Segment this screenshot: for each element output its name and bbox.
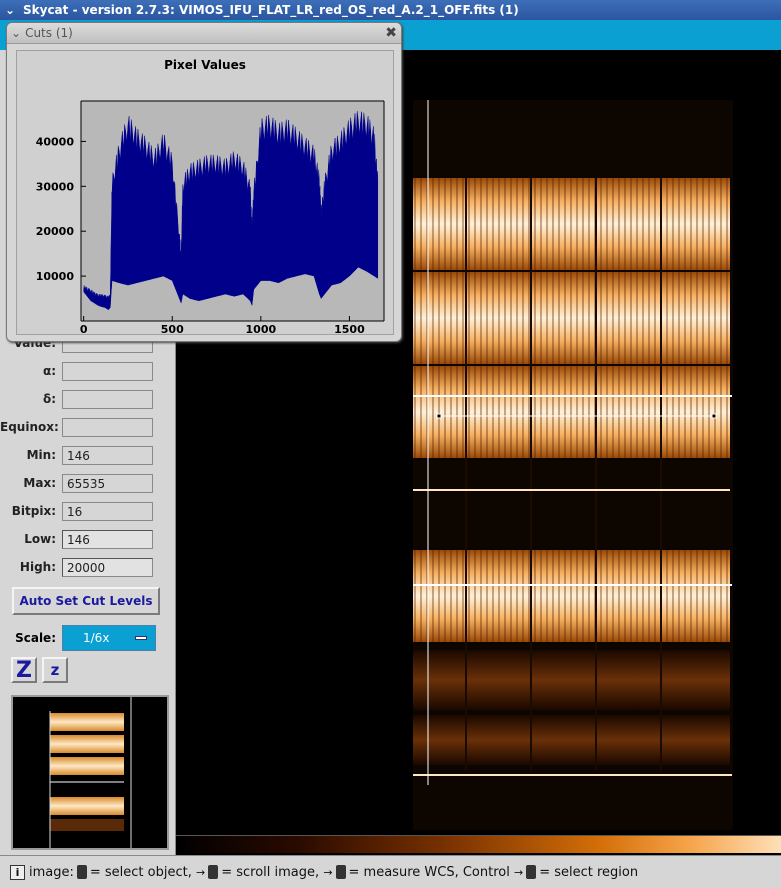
- status-part-1: = select object,: [89, 864, 192, 880]
- low-label: Low:: [24, 532, 56, 546]
- window-menu-button[interactable]: ⌄: [1, 1, 19, 19]
- drag-arrow-icon: →: [196, 865, 206, 879]
- min-row: Min: 146: [0, 445, 176, 465]
- zoom-in-button[interactable]: Z: [11, 657, 37, 683]
- mouse-button-icon: [335, 865, 346, 879]
- drag-arrow-icon: →: [513, 865, 524, 879]
- delta-field: [62, 389, 153, 409]
- min-label: Min:: [26, 448, 56, 462]
- status-bar: i image: = select object, → = scroll ima…: [0, 855, 781, 888]
- alpha-row: α:: [0, 361, 176, 381]
- bitpix-label: Bitpix:: [11, 504, 56, 518]
- x-tick-label: 1500: [334, 323, 365, 334]
- high-cut-input[interactable]: 20000: [62, 557, 153, 577]
- mouse-button-icon: [76, 865, 87, 879]
- x-tick-label: 1000: [246, 323, 277, 334]
- high-label: High:: [19, 560, 56, 574]
- y-tick-label: 30000: [36, 180, 75, 193]
- alpha-field: [62, 361, 153, 381]
- chevron-down-icon: ⌄: [4, 3, 16, 17]
- status-part-4: = select region: [539, 864, 639, 880]
- cuts-dialog: ⌄ Cuts (1) ✖ Pixel Values 10000 20000 3000…: [6, 22, 402, 342]
- scale-value: 1/6x: [83, 631, 110, 645]
- cuts-titlebar[interactable]: ⌄ Cuts (1) ✖: [7, 23, 401, 44]
- low-row: Low: 146: [0, 529, 176, 549]
- max-row: Max: 65535: [0, 473, 176, 493]
- bitpix-row: Bitpix: 16: [0, 501, 176, 521]
- pan-window[interactable]: [11, 695, 169, 850]
- window-title: Skycat - version 2.7.3: VIMOS_IFU_FLAT_L…: [23, 3, 519, 17]
- delta-label: δ:: [42, 392, 56, 406]
- equinox-row: Equinox:: [0, 417, 176, 437]
- dropdown-indicator-icon: [135, 636, 147, 640]
- delta-row: δ:: [0, 389, 176, 409]
- min-field: 146: [62, 445, 153, 465]
- drag-arrow-icon: →: [323, 865, 333, 879]
- y-tick-label: 40000: [36, 135, 75, 148]
- mouse-button-icon: [208, 865, 219, 879]
- scale-label: Scale:: [15, 631, 56, 645]
- chevron-down-icon[interactable]: ⌄: [11, 26, 21, 40]
- low-cut-input[interactable]: 146: [62, 529, 153, 549]
- status-prefix: image:: [29, 864, 74, 880]
- window-titlebar: ⌄ Skycat - version 2.7.3: VIMOS_IFU_FLAT…: [0, 0, 781, 20]
- max-field: 65535: [62, 473, 153, 493]
- y-tick-label: 10000: [36, 270, 75, 283]
- x-tick-label: 500: [161, 323, 184, 334]
- status-part-3: = measure WCS, Control: [348, 864, 510, 880]
- equinox-field: [62, 417, 153, 437]
- y-tick-label: 20000: [36, 225, 75, 238]
- cuts-chart-svg: 10000 20000 30000 40000 0 500 1000 1500: [36, 100, 385, 334]
- pan-thumbnail: [49, 697, 132, 848]
- zoom-out-button[interactable]: z: [42, 657, 68, 683]
- scale-select[interactable]: 1/6x: [62, 625, 156, 651]
- colorbar: [176, 835, 781, 853]
- cuts-title: Cuts (1): [25, 26, 73, 40]
- high-row: High: 20000: [0, 557, 176, 577]
- max-label: Max:: [23, 476, 56, 490]
- mouse-button-icon: [526, 865, 537, 879]
- status-part-2: = scroll image,: [221, 864, 320, 880]
- equinox-label: Equinox:: [0, 420, 59, 434]
- scale-row: Scale: 1/6x: [0, 625, 156, 651]
- info-icon: i: [10, 864, 25, 880]
- x-tick-label: 0: [80, 323, 88, 334]
- bitpix-field: 16: [62, 501, 153, 521]
- alpha-label: α:: [42, 364, 56, 378]
- close-icon[interactable]: ✖: [385, 25, 397, 41]
- auto-set-cut-levels-button[interactable]: Auto Set Cut Levels: [12, 587, 160, 615]
- pixel-values-plot: Pixel Values 10000 20000 30000 40000 0 500 100…: [16, 50, 394, 335]
